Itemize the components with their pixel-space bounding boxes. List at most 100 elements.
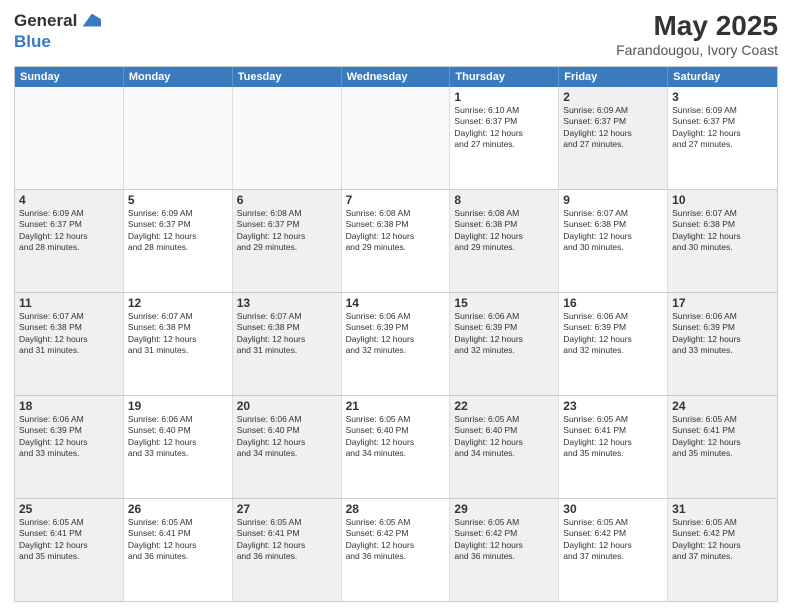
day-info: Sunrise: 6:09 AM Sunset: 6:37 PM Dayligh… xyxy=(563,105,663,151)
cal-day-cell: 2Sunrise: 6:09 AM Sunset: 6:37 PM Daylig… xyxy=(559,87,668,189)
day-number: 19 xyxy=(128,399,228,413)
day-number: 26 xyxy=(128,502,228,516)
cal-day-cell: 19Sunrise: 6:06 AM Sunset: 6:40 PM Dayli… xyxy=(124,396,233,498)
day-number: 17 xyxy=(672,296,773,310)
cal-day-cell: 31Sunrise: 6:05 AM Sunset: 6:42 PM Dayli… xyxy=(668,499,777,601)
day-info: Sunrise: 6:09 AM Sunset: 6:37 PM Dayligh… xyxy=(672,105,773,151)
day-number: 10 xyxy=(672,193,773,207)
day-number: 6 xyxy=(237,193,337,207)
title-block: May 2025 Farandougou, Ivory Coast xyxy=(616,10,778,58)
day-info: Sunrise: 6:06 AM Sunset: 6:39 PM Dayligh… xyxy=(454,311,554,357)
day-info: Sunrise: 6:06 AM Sunset: 6:39 PM Dayligh… xyxy=(346,311,446,357)
day-info: Sunrise: 6:06 AM Sunset: 6:39 PM Dayligh… xyxy=(19,414,119,460)
cal-day-cell: 24Sunrise: 6:05 AM Sunset: 6:41 PM Dayli… xyxy=(668,396,777,498)
day-info: Sunrise: 6:05 AM Sunset: 6:41 PM Dayligh… xyxy=(563,414,663,460)
cal-day-cell: 23Sunrise: 6:05 AM Sunset: 6:41 PM Dayli… xyxy=(559,396,668,498)
cal-week-row: 18Sunrise: 6:06 AM Sunset: 6:39 PM Dayli… xyxy=(15,396,777,499)
cal-day-cell: 8Sunrise: 6:08 AM Sunset: 6:38 PM Daylig… xyxy=(450,190,559,292)
cal-day-cell: 16Sunrise: 6:06 AM Sunset: 6:39 PM Dayli… xyxy=(559,293,668,395)
day-number: 12 xyxy=(128,296,228,310)
day-number: 4 xyxy=(19,193,119,207)
cal-week-row: 25Sunrise: 6:05 AM Sunset: 6:41 PM Dayli… xyxy=(15,499,777,601)
day-number: 20 xyxy=(237,399,337,413)
day-info: Sunrise: 6:05 AM Sunset: 6:42 PM Dayligh… xyxy=(563,517,663,563)
cal-day-cell: 25Sunrise: 6:05 AM Sunset: 6:41 PM Dayli… xyxy=(15,499,124,601)
day-info: Sunrise: 6:06 AM Sunset: 6:39 PM Dayligh… xyxy=(563,311,663,357)
day-info: Sunrise: 6:06 AM Sunset: 6:40 PM Dayligh… xyxy=(237,414,337,460)
cal-day-cell: 11Sunrise: 6:07 AM Sunset: 6:38 PM Dayli… xyxy=(15,293,124,395)
cal-day-cell: 21Sunrise: 6:05 AM Sunset: 6:40 PM Dayli… xyxy=(342,396,451,498)
cal-header-cell: Thursday xyxy=(450,67,559,87)
cal-day-cell: 22Sunrise: 6:05 AM Sunset: 6:40 PM Dayli… xyxy=(450,396,559,498)
day-number: 5 xyxy=(128,193,228,207)
day-info: Sunrise: 6:10 AM Sunset: 6:37 PM Dayligh… xyxy=(454,105,554,151)
logo: General Blue xyxy=(14,10,101,52)
day-number: 24 xyxy=(672,399,773,413)
day-number: 31 xyxy=(672,502,773,516)
day-number: 7 xyxy=(346,193,446,207)
cal-day-cell: 7Sunrise: 6:08 AM Sunset: 6:38 PM Daylig… xyxy=(342,190,451,292)
day-number: 2 xyxy=(563,90,663,104)
main-title: May 2025 xyxy=(616,10,778,42)
cal-day-cell: 3Sunrise: 6:09 AM Sunset: 6:37 PM Daylig… xyxy=(668,87,777,189)
cal-empty-cell xyxy=(342,87,451,189)
day-info: Sunrise: 6:05 AM Sunset: 6:40 PM Dayligh… xyxy=(346,414,446,460)
cal-day-cell: 18Sunrise: 6:06 AM Sunset: 6:39 PM Dayli… xyxy=(15,396,124,498)
cal-day-cell: 14Sunrise: 6:06 AM Sunset: 6:39 PM Dayli… xyxy=(342,293,451,395)
day-info: Sunrise: 6:05 AM Sunset: 6:42 PM Dayligh… xyxy=(346,517,446,563)
cal-day-cell: 29Sunrise: 6:05 AM Sunset: 6:42 PM Dayli… xyxy=(450,499,559,601)
cal-header-cell: Friday xyxy=(559,67,668,87)
day-info: Sunrise: 6:06 AM Sunset: 6:40 PM Dayligh… xyxy=(128,414,228,460)
logo-blue: Blue xyxy=(14,32,101,52)
cal-day-cell: 30Sunrise: 6:05 AM Sunset: 6:42 PM Dayli… xyxy=(559,499,668,601)
cal-day-cell: 12Sunrise: 6:07 AM Sunset: 6:38 PM Dayli… xyxy=(124,293,233,395)
logo-general: General xyxy=(14,11,77,31)
day-info: Sunrise: 6:05 AM Sunset: 6:41 PM Dayligh… xyxy=(128,517,228,563)
cal-day-cell: 4Sunrise: 6:09 AM Sunset: 6:37 PM Daylig… xyxy=(15,190,124,292)
cal-header-cell: Monday xyxy=(124,67,233,87)
cal-day-cell: 26Sunrise: 6:05 AM Sunset: 6:41 PM Dayli… xyxy=(124,499,233,601)
day-number: 14 xyxy=(346,296,446,310)
header: General Blue May 2025 Farandougou, Ivory… xyxy=(14,10,778,58)
cal-empty-cell xyxy=(15,87,124,189)
day-info: Sunrise: 6:05 AM Sunset: 6:41 PM Dayligh… xyxy=(19,517,119,563)
day-info: Sunrise: 6:08 AM Sunset: 6:38 PM Dayligh… xyxy=(346,208,446,254)
day-number: 13 xyxy=(237,296,337,310)
subtitle: Farandougou, Ivory Coast xyxy=(616,42,778,58)
cal-day-cell: 1Sunrise: 6:10 AM Sunset: 6:37 PM Daylig… xyxy=(450,87,559,189)
day-number: 30 xyxy=(563,502,663,516)
cal-week-row: 4 Sunrise: 6:09 AM Sunset: 6:37 PM Daylig… xyxy=(15,190,777,293)
day-number: 21 xyxy=(346,399,446,413)
cal-header-cell: Sunday xyxy=(15,67,124,87)
cal-day-cell: 5Sunrise: 6:09 AM Sunset: 6:37 PM Daylig… xyxy=(124,190,233,292)
day-info: Sunrise: 6:05 AM Sunset: 6:42 PM Dayligh… xyxy=(672,517,773,563)
calendar: SundayMondayTuesdayWednesdayThursdayFrid… xyxy=(14,66,778,602)
cal-day-cell: 20Sunrise: 6:06 AM Sunset: 6:40 PM Dayli… xyxy=(233,396,342,498)
day-number: 8 xyxy=(454,193,554,207)
cal-day-cell: 28Sunrise: 6:05 AM Sunset: 6:42 PM Dayli… xyxy=(342,499,451,601)
cal-day-cell: 27Sunrise: 6:05 AM Sunset: 6:41 PM Dayli… xyxy=(233,499,342,601)
day-number: 16 xyxy=(563,296,663,310)
day-number: 9 xyxy=(563,193,663,207)
calendar-header: SundayMondayTuesdayWednesdayThursdayFrid… xyxy=(15,67,777,87)
day-number: 3 xyxy=(672,90,773,104)
day-number: 27 xyxy=(237,502,337,516)
day-number: 11 xyxy=(19,296,119,310)
day-number: 22 xyxy=(454,399,554,413)
day-info: Sunrise: 6:07 AM Sunset: 6:38 PM Dayligh… xyxy=(563,208,663,254)
day-info: Sunrise: 6:08 AM Sunset: 6:38 PM Dayligh… xyxy=(454,208,554,254)
cal-header-cell: Wednesday xyxy=(342,67,451,87)
day-number: 29 xyxy=(454,502,554,516)
cal-day-cell: 13Sunrise: 6:07 AM Sunset: 6:38 PM Dayli… xyxy=(233,293,342,395)
cal-day-cell: 15Sunrise: 6:06 AM Sunset: 6:39 PM Dayli… xyxy=(450,293,559,395)
day-number: 23 xyxy=(563,399,663,413)
day-info: Sunrise: 6:05 AM Sunset: 6:42 PM Dayligh… xyxy=(454,517,554,563)
calendar-body: 1Sunrise: 6:10 AM Sunset: 6:37 PM Daylig… xyxy=(15,87,777,601)
day-info: Sunrise: 6:09 AM Sunset: 6:37 PM Dayligh… xyxy=(128,208,228,254)
day-info: Sunrise: 6:05 AM Sunset: 6:41 PM Dayligh… xyxy=(672,414,773,460)
cal-week-row: 11 Sunrise: 6:07 AM Sunset: 6:38 PM Dayli… xyxy=(15,293,777,396)
day-info: Sunrise: 6:08 AM Sunset: 6:37 PM Dayligh… xyxy=(237,208,337,254)
day-info: Sunrise: 6:07 AM Sunset: 6:38 PM Dayligh… xyxy=(128,311,228,357)
day-number: 25 xyxy=(19,502,119,516)
cal-day-cell: 10Sunrise: 6:07 AM Sunset: 6:38 PM Dayli… xyxy=(668,190,777,292)
